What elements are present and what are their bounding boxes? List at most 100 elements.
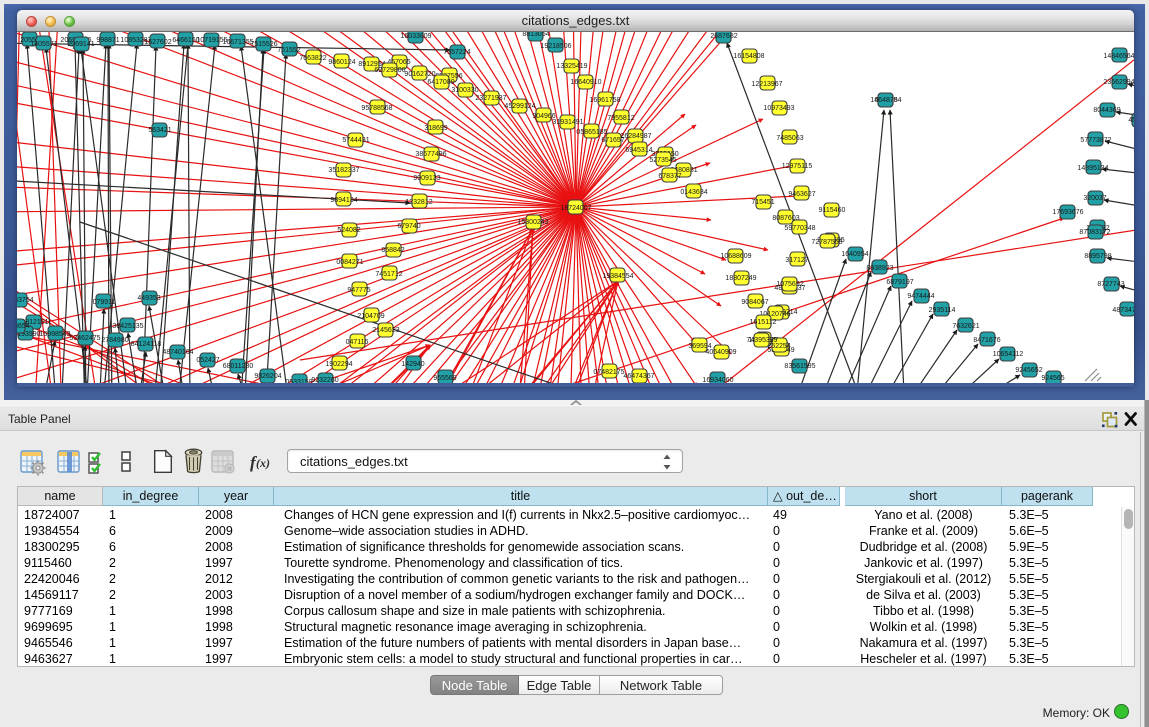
svg-text:95788568: 95788568 <box>361 105 392 112</box>
svg-text:15300243: 15300243 <box>517 219 548 226</box>
svg-text:2104709: 2104709 <box>357 313 384 320</box>
svg-text:16998543: 16998543 <box>39 331 70 338</box>
svg-text:858842: 858842 <box>381 247 404 254</box>
svg-text:524082: 524082 <box>337 227 360 234</box>
svg-text:9474444: 9474444 <box>907 293 934 300</box>
svg-text:1405571: 1405571 <box>30 41 57 48</box>
svg-text:38425135: 38425135 <box>112 323 143 330</box>
svg-text:7357224: 7357224 <box>443 49 470 56</box>
svg-text:16640910: 16640910 <box>570 79 601 86</box>
svg-text:2145623: 2145623 <box>372 327 399 334</box>
svg-text:0533158: 0533158 <box>285 379 312 383</box>
svg-text:6417080: 6417080 <box>427 79 454 86</box>
svg-text:90162720: 90162720 <box>404 71 435 78</box>
svg-text:48734714: 48734714 <box>1112 307 1134 314</box>
svg-text:1075692: 1075692 <box>776 281 803 288</box>
svg-text:6879197: 6879197 <box>886 279 913 286</box>
svg-text:46474367: 46474367 <box>623 373 654 380</box>
svg-text:(x): (x) <box>256 456 270 470</box>
svg-text:17693676: 17693676 <box>1052 209 1083 216</box>
svg-text:455812: 455812 <box>1128 117 1134 124</box>
svg-text:16154808: 16154808 <box>733 53 764 60</box>
svg-text:16671355: 16671355 <box>222 39 253 46</box>
svg-text:19384554: 19384554 <box>602 273 633 280</box>
svg-text:16934060: 16934060 <box>702 377 733 383</box>
svg-text:9084067: 9084067 <box>741 299 768 306</box>
svg-text:2784980: 2784980 <box>101 337 128 344</box>
svg-text:53462475: 53462475 <box>69 335 100 342</box>
svg-text:318699: 318699 <box>424 125 447 132</box>
svg-text:142940: 142940 <box>401 361 424 368</box>
svg-text:965569: 965569 <box>433 375 456 382</box>
svg-text:38677496: 38677496 <box>415 151 446 158</box>
svg-text:6945314: 6945314 <box>625 147 652 154</box>
svg-text:7451712: 7451712 <box>375 271 402 278</box>
svg-text:8727743: 8727743 <box>1097 281 1124 288</box>
svg-text:5273545: 5273545 <box>649 157 676 164</box>
svg-text:19218506: 19218506 <box>540 43 571 50</box>
svg-text:23271937: 23271937 <box>475 95 506 102</box>
svg-text:317127: 317127 <box>785 257 808 264</box>
svg-text:16033809: 16033809 <box>400 33 431 40</box>
svg-text:83561595: 83561595 <box>784 363 815 370</box>
svg-text:8471676: 8471676 <box>973 337 1000 344</box>
svg-text:0143634: 0143634 <box>680 189 707 196</box>
svg-text:9232260: 9232260 <box>311 377 338 383</box>
svg-text:7663822: 7663822 <box>299 55 326 62</box>
svg-text:715451: 715451 <box>751 199 774 206</box>
svg-text:72787558: 72787558 <box>811 239 842 246</box>
svg-text:40640909: 40640909 <box>705 349 736 356</box>
svg-text:12213967: 12213967 <box>751 81 782 88</box>
svg-text:18724007: 18724007 <box>560 205 591 212</box>
svg-text:9909133: 9909133 <box>413 175 440 182</box>
svg-text:16648784: 16648784 <box>870 97 901 104</box>
svg-text:9463627: 9463627 <box>788 191 815 198</box>
svg-text:0084271: 0084271 <box>336 259 363 266</box>
svg-text:047116: 047116 <box>346 339 369 346</box>
svg-text:679740: 679740 <box>397 223 420 230</box>
svg-text:05865185: 05865185 <box>576 129 607 136</box>
svg-text:23662994: 23662994 <box>1103 79 1134 86</box>
svg-text:1902294: 1902294 <box>325 361 352 368</box>
svg-text:052427: 052427 <box>196 357 219 364</box>
svg-text:48740164: 48740164 <box>162 349 193 356</box>
svg-text:14895134: 14895134 <box>1077 165 1108 172</box>
svg-text:8044369: 8044369 <box>1093 107 1120 114</box>
svg-text:998871: 998871 <box>96 37 119 44</box>
svg-text:0733754: 0733754 <box>17 297 34 304</box>
svg-text:7955812: 7955812 <box>607 115 634 122</box>
svg-text:14846564: 14846564 <box>1103 53 1134 60</box>
svg-text:320037: 320037 <box>1083 195 1106 202</box>
svg-text:16961758: 16961758 <box>589 97 620 104</box>
svg-text:2687682: 2687682 <box>710 33 737 40</box>
svg-text:7515526: 7515526 <box>250 41 277 48</box>
svg-text:68011280: 68011280 <box>223 363 254 370</box>
svg-text:10688609: 10688609 <box>720 253 751 260</box>
svg-text:10654112: 10654112 <box>993 351 1024 358</box>
svg-text:1527602: 1527602 <box>144 39 171 46</box>
svg-text:07482175: 07482175 <box>593 369 624 376</box>
svg-text:57773872: 57773872 <box>1080 137 1111 144</box>
svg-text:563421: 563421 <box>148 127 171 134</box>
svg-text:449353: 449353 <box>137 295 160 302</box>
svg-text:079911: 079911 <box>93 299 116 306</box>
svg-text:13325419: 13325419 <box>556 63 587 70</box>
svg-text:1640954: 1640954 <box>841 251 868 258</box>
svg-text:947775: 947775 <box>347 287 370 294</box>
svg-text:35182337: 35182337 <box>328 167 359 174</box>
svg-text:87083172: 87083172 <box>1079 229 1110 236</box>
svg-text:7485063: 7485063 <box>776 135 803 142</box>
svg-text:8938923: 8938923 <box>866 265 893 272</box>
svg-text:5744431: 5744431 <box>342 137 369 144</box>
svg-text:1232812: 1232812 <box>405 199 432 206</box>
svg-text:9826204: 9826204 <box>254 373 281 380</box>
svg-text:8813054: 8813054 <box>522 32 549 38</box>
svg-text:303654: 303654 <box>17 323 30 330</box>
svg-text:12975115: 12975115 <box>782 163 813 170</box>
svg-text:7632621: 7632621 <box>952 323 979 330</box>
svg-text:924565: 924565 <box>1041 375 1064 382</box>
svg-text:59770348: 59770348 <box>784 225 815 232</box>
svg-text:9894134: 9894134 <box>330 197 357 204</box>
svg-text:678377: 678377 <box>658 173 681 180</box>
svg-text:18807249: 18807249 <box>725 275 756 282</box>
